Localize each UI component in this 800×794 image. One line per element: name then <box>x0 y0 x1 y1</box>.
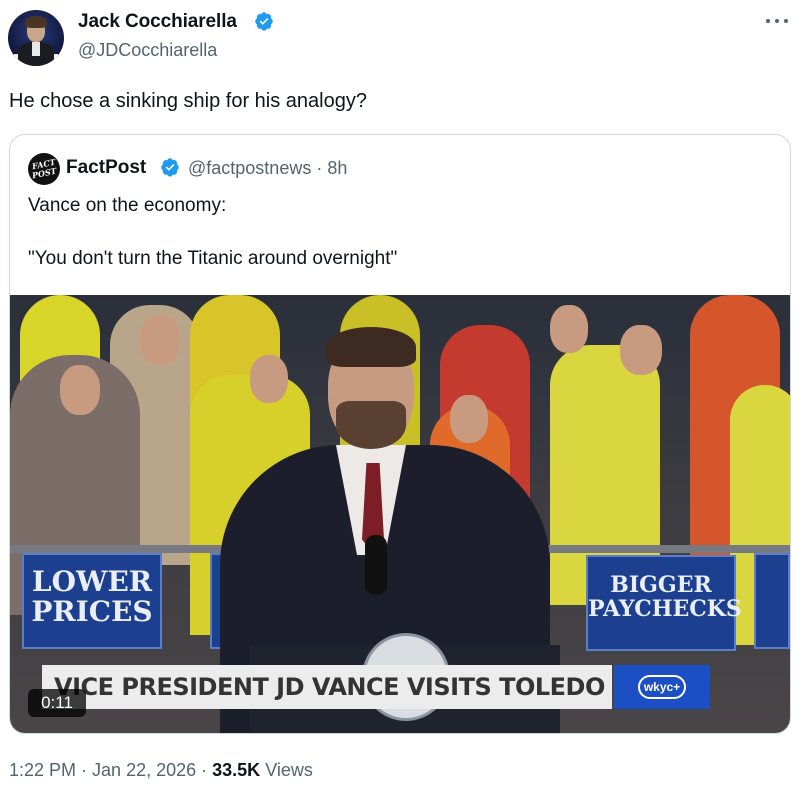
quoted-tweet-card[interactable]: FACT POST FactPost @factpostnews · 8h Va… <box>9 134 791 734</box>
author-handle[interactable]: @JDCocchiarella <box>78 40 217 61</box>
tweet-footer: 1:22 PM · Jan 22, 2026 · 33.5K Views <box>9 760 313 780</box>
quoted-handle-time[interactable]: @factpostnews · 8h <box>188 158 347 179</box>
post-date[interactable]: Jan 22, 2026 <box>92 760 196 780</box>
quoted-text-line1: Vance on the economy: <box>28 195 227 216</box>
video-timestamp: 0:11 <box>28 689 86 717</box>
sign-bigger-paychecks: BIGGER PAYCHECKS <box>586 555 742 651</box>
station-logo: wkyc+ <box>614 665 710 709</box>
views-count: 33.5K <box>212 760 261 780</box>
quoted-text-line2: "You don't turn the Titanic around overn… <box>28 248 398 269</box>
post-time[interactable]: 1:22 PM <box>9 760 76 780</box>
video-player[interactable]: LOWER PRICES BIGGER PAYCHECKS VICE PRESI… <box>10 295 790 733</box>
author-avatar[interactable] <box>8 10 64 66</box>
tweet-text: He chose a sinking ship for his analogy? <box>9 90 367 112</box>
news-chyron: VICE PRESIDENT JD VANCE VISITS TOLEDO <box>42 665 612 709</box>
verified-badge-icon <box>255 12 273 31</box>
tweet-header: Jack Cocchiarella @JDCocchiarella <box>0 0 800 80</box>
factpost-logo[interactable]: FACT POST <box>28 153 60 185</box>
views-label: Views <box>260 760 313 780</box>
microphone <box>365 535 387 595</box>
verified-badge-icon <box>161 158 179 177</box>
more-options-icon[interactable] <box>764 13 790 29</box>
author-display-name[interactable]: Jack Cocchiarella <box>78 11 237 33</box>
sign-lower-prices: LOWER PRICES <box>22 553 162 649</box>
quoted-display-name[interactable]: FactPost <box>66 157 146 179</box>
